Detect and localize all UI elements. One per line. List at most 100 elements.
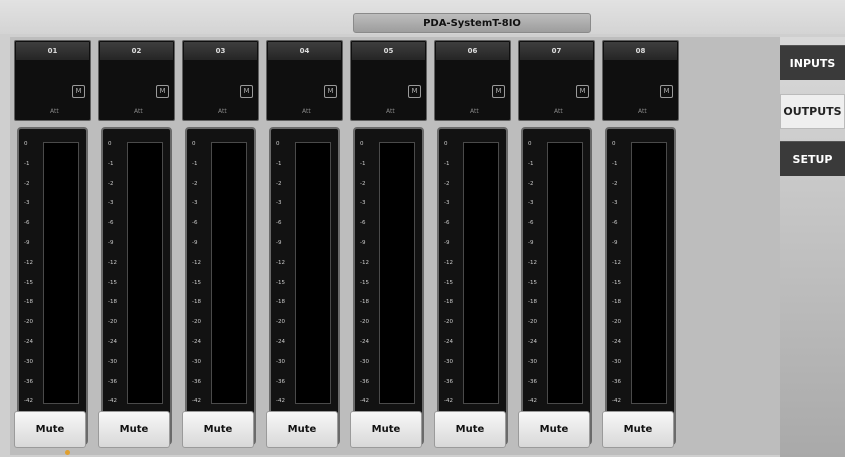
meter-scale-label: -9 (108, 240, 114, 246)
channel-control-box[interactable]: 08 M Att (602, 40, 679, 121)
top-bar: PDA-SystemT-8IO (0, 0, 845, 34)
m-icon[interactable]: M (660, 85, 673, 98)
meter-scale-label: -2 (24, 180, 30, 187)
meter-scale-label: -12 (360, 259, 369, 266)
meter-bar (379, 142, 415, 404)
meter-scale-label: -3 (612, 200, 618, 207)
meter-scale-label: 0 (24, 141, 28, 147)
channel-control-box[interactable]: 07 M Att (518, 40, 595, 121)
channel-number: 07 (520, 42, 593, 60)
device-title: PDA-SystemT-8IO (353, 13, 591, 33)
meter-scale-label: -20 (360, 319, 369, 326)
channel-control-box[interactable]: 02 M Att (98, 40, 175, 121)
meter-scale-label: 0 (360, 141, 364, 147)
nav-outputs-button[interactable]: OUTPUTS (780, 94, 845, 129)
meter-scale-label: -15 (444, 279, 453, 286)
channel-strip-04: 04 M Att 0 -1 -2 -3 -6 -9 -12 -15 -18 -20 -24 -30 -3… (264, 40, 343, 452)
meter-scale-label: -1 (360, 160, 366, 167)
meter-scale-label: -12 (528, 259, 537, 266)
mute-button[interactable]: Mute (14, 411, 86, 448)
meter-scale-label: -36 (360, 378, 369, 385)
att-label: Att (386, 108, 395, 115)
meter-scale-label: -15 (360, 279, 369, 286)
level-meter: 0 -1 -2 -3 -6 -9 -12 -15 -18 -20 -24 -30 -36 -42 (605, 127, 676, 445)
meter-scale-label: -6 (444, 220, 450, 227)
m-icon[interactable]: M (72, 85, 85, 98)
m-icon[interactable]: M (156, 85, 169, 98)
meter-scale-label: -2 (444, 180, 450, 187)
meter-scale-label: 0 (612, 141, 616, 147)
meter-scale-label: 0 (444, 141, 448, 147)
meter-scale-label: -1 (108, 160, 114, 167)
meter-scale-label: -18 (108, 299, 117, 306)
meter-scale-label: -3 (24, 200, 30, 207)
meter-scale-label: -42 (276, 398, 285, 405)
meter-scale-label: -24 (276, 339, 285, 345)
meter-scale-label: -18 (444, 299, 453, 306)
mute-button[interactable]: Mute (518, 411, 590, 448)
meter-scale-label: -6 (360, 220, 366, 227)
meter-scale-label: -36 (192, 378, 201, 385)
channel-strip-08: 08 M Att 0 -1 -2 -3 -6 -9 -12 -15 -18 -20 -24 -30 -3… (600, 40, 679, 452)
nav-setup-button[interactable]: SETUP (780, 141, 845, 176)
m-icon[interactable]: M (492, 85, 505, 98)
meter-scale-label: -9 (276, 240, 282, 246)
meter-scale-label: -18 (192, 299, 201, 306)
channel-strip-01: 01 M Att 0 -1 -2 -3 -6 -9 -12 -15 -18 -20 -24 -30 -3… (12, 40, 91, 452)
channel-number: 08 (604, 42, 677, 60)
meter-scale-label: -3 (108, 200, 114, 207)
meter-scale-label: -30 (108, 358, 117, 365)
meter-scale-label: -18 (528, 299, 537, 306)
meter-scale-label: -30 (24, 358, 33, 365)
mute-button[interactable]: Mute (350, 411, 422, 448)
meter-scale-label: -18 (360, 299, 369, 306)
meter-scale-label: -9 (612, 240, 618, 246)
meter-scale-label: -6 (528, 220, 534, 227)
meter-scale-label: -24 (108, 339, 117, 345)
meter-scale-label: -24 (444, 339, 453, 345)
meter-scale-label: -36 (444, 378, 453, 385)
meter-scale-label: -6 (612, 220, 618, 227)
level-meter: 0 -1 -2 -3 -6 -9 -12 -15 -18 -20 -24 -30 -36 -42 (437, 127, 508, 445)
att-label: Att (638, 108, 647, 115)
meter-scale-label: -9 (528, 240, 534, 246)
meter-scale-label: -9 (192, 240, 198, 246)
meter-bar (295, 142, 331, 404)
meter-scale-label: -15 (24, 279, 33, 286)
meter-scale-label: -9 (24, 240, 30, 246)
meter-scale-label: 0 (192, 141, 196, 147)
meter-scale-label: -2 (612, 180, 618, 187)
mute-button[interactable]: Mute (98, 411, 170, 448)
meter-scale-label: -42 (24, 398, 33, 405)
att-label: Att (470, 108, 479, 115)
mute-button[interactable]: Mute (434, 411, 506, 448)
meter-scale-label: -2 (528, 180, 534, 187)
meter-scale-label: -42 (360, 398, 369, 405)
meter-scale-label: -15 (108, 279, 117, 286)
meter-scale-label: -20 (276, 319, 285, 326)
m-icon[interactable]: M (576, 85, 589, 98)
channel-control-box[interactable]: 06 M Att (434, 40, 511, 121)
m-icon[interactable]: M (408, 85, 421, 98)
nav-inputs-button[interactable]: INPUTS (780, 45, 845, 80)
mute-button[interactable]: Mute (602, 411, 674, 448)
channel-control-box[interactable]: 03 M Att (182, 40, 259, 121)
meter-scale-label: 0 (276, 141, 280, 147)
channel-control-box[interactable]: 01 M Att (14, 40, 91, 121)
channel-strip-07: 07 M Att 0 -1 -2 -3 -6 -9 -12 -15 -18 -20 -24 -30 -3… (516, 40, 595, 452)
mute-button[interactable]: Mute (182, 411, 254, 448)
meter-scale-label: -30 (528, 358, 537, 365)
m-icon[interactable]: M (324, 85, 337, 98)
m-icon[interactable]: M (240, 85, 253, 98)
channel-control-box[interactable]: 05 M Att (350, 40, 427, 121)
att-label: Att (50, 108, 59, 115)
meter-scale-label: -12 (276, 259, 285, 266)
meter-scale-label: -30 (360, 358, 369, 365)
meter-scale-label: -3 (528, 200, 534, 207)
meter-scale-label: -9 (360, 240, 366, 246)
level-meter: 0 -1 -2 -3 -6 -9 -12 -15 -18 -20 -24 -30 -36 -42 (17, 127, 88, 445)
meter-scale-label: -2 (276, 180, 282, 187)
meter-scale-label: -24 (360, 339, 369, 345)
channel-control-box[interactable]: 04 M Att (266, 40, 343, 121)
mute-button[interactable]: Mute (266, 411, 338, 448)
